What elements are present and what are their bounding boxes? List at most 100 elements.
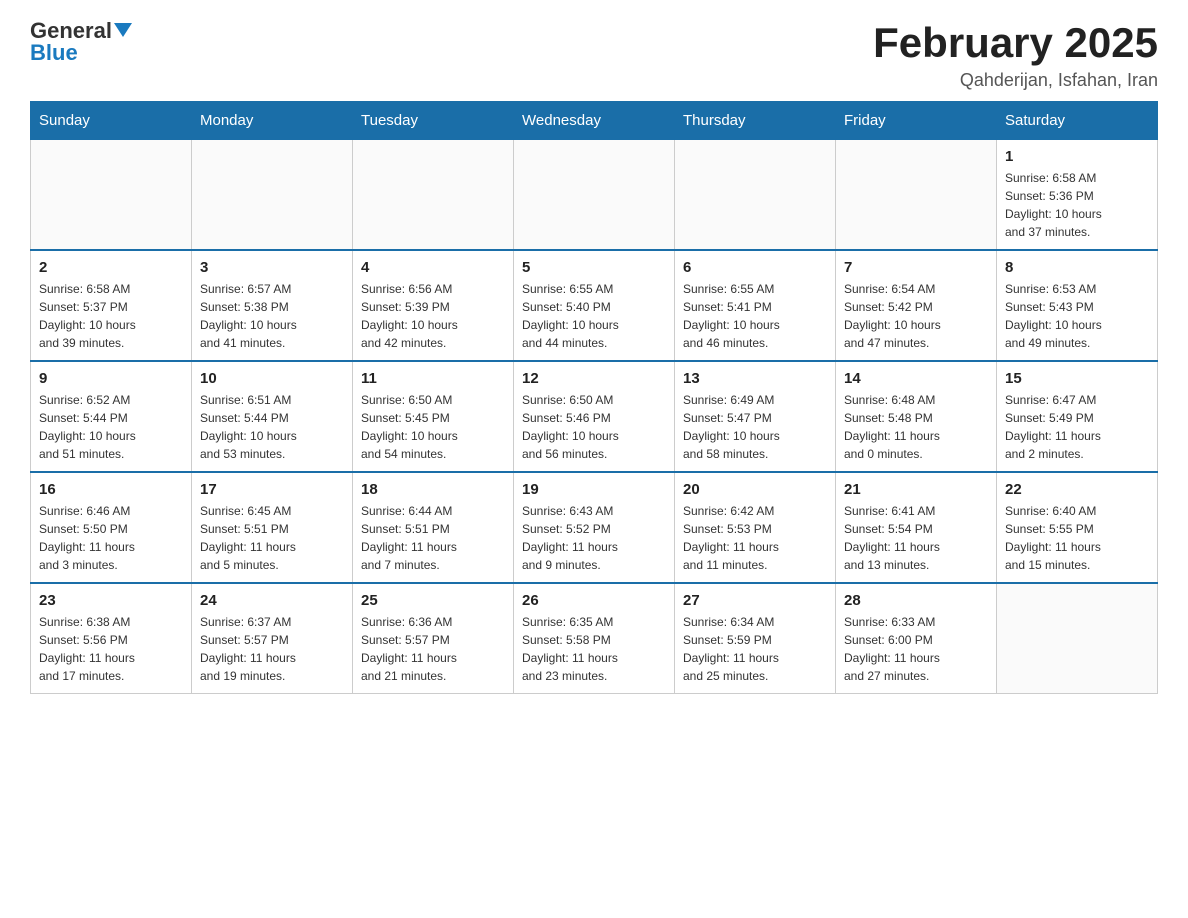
table-row	[675, 140, 836, 251]
day-info: Sunrise: 6:43 AMSunset: 5:52 PMDaylight:…	[522, 502, 666, 574]
day-number: 2	[39, 259, 183, 276]
col-thursday: Thursday	[675, 102, 836, 140]
logo-general: General	[30, 20, 112, 42]
day-info: Sunrise: 6:37 AMSunset: 5:57 PMDaylight:…	[200, 613, 344, 685]
col-sunday: Sunday	[31, 102, 192, 140]
location-subtitle: Qahderijan, Isfahan, Iran	[873, 70, 1158, 91]
day-info: Sunrise: 6:44 AMSunset: 5:51 PMDaylight:…	[361, 502, 505, 574]
table-row	[353, 140, 514, 251]
logo: General Blue	[30, 20, 132, 64]
table-row	[514, 140, 675, 251]
logo-blue: Blue	[30, 42, 78, 64]
day-number: 14	[844, 370, 988, 387]
day-info: Sunrise: 6:52 AMSunset: 5:44 PMDaylight:…	[39, 391, 183, 463]
table-row: 25Sunrise: 6:36 AMSunset: 5:57 PMDayligh…	[353, 583, 514, 694]
table-row: 22Sunrise: 6:40 AMSunset: 5:55 PMDayligh…	[997, 472, 1158, 583]
table-row	[997, 583, 1158, 694]
table-row	[192, 140, 353, 251]
day-number: 3	[200, 259, 344, 276]
day-info: Sunrise: 6:50 AMSunset: 5:46 PMDaylight:…	[522, 391, 666, 463]
page-header: General Blue February 2025 Qahderijan, I…	[30, 20, 1158, 91]
day-info: Sunrise: 6:56 AMSunset: 5:39 PMDaylight:…	[361, 280, 505, 352]
day-info: Sunrise: 6:51 AMSunset: 5:44 PMDaylight:…	[200, 391, 344, 463]
day-number: 1	[1005, 148, 1149, 165]
col-saturday: Saturday	[997, 102, 1158, 140]
table-row: 11 Sunrise: 6:50 AMSunset: 5:45 PMDayligh…	[353, 361, 514, 472]
day-number: 13	[683, 370, 827, 387]
table-row: 16Sunrise: 6:46 AMSunset: 5:50 PMDayligh…	[31, 472, 192, 583]
day-number: 7	[844, 259, 988, 276]
table-row: 19 Sunrise: 6:43 AMSunset: 5:52 PMDayligh…	[514, 472, 675, 583]
table-row	[836, 140, 997, 251]
table-row: 8Sunrise: 6:53 AMSunset: 5:43 PMDaylight…	[997, 250, 1158, 361]
col-monday: Monday	[192, 102, 353, 140]
day-info: Sunrise: 6:58 AMSunset: 5:36 PMDaylight:…	[1005, 169, 1149, 241]
day-info: Sunrise: 6:38 AMSunset: 5:56 PMDaylight:…	[39, 613, 183, 685]
day-number: 5	[522, 259, 666, 276]
day-number: 23	[39, 592, 183, 609]
day-number: 17	[200, 481, 344, 498]
day-number: 15	[1005, 370, 1149, 387]
day-info: Sunrise: 6:55 AMSunset: 5:41 PMDaylight:…	[683, 280, 827, 352]
table-row	[31, 140, 192, 251]
table-row: 7 Sunrise: 6:54 AMSunset: 5:42 PMDaylight…	[836, 250, 997, 361]
table-row: 10 Sunrise: 6:51 AMSunset: 5:44 PMDayligh…	[192, 361, 353, 472]
day-info: Sunrise: 6:50 AMSunset: 5:45 PMDaylight:…	[361, 391, 505, 463]
day-info: Sunrise: 6:47 AMSunset: 5:49 PMDaylight:…	[1005, 391, 1149, 463]
table-row: 28 Sunrise: 6:33 AMSunset: 6:00 PMDayligh…	[836, 583, 997, 694]
day-number: 9	[39, 370, 183, 387]
table-row: 17 Sunrise: 6:45 AMSunset: 5:51 PMDayligh…	[192, 472, 353, 583]
calendar-header-row: Sunday Monday Tuesday Wednesday Thursday…	[31, 102, 1158, 140]
title-block: February 2025 Qahderijan, Isfahan, Iran	[873, 20, 1158, 91]
logo-arrow-icon	[114, 23, 132, 37]
day-number: 10	[200, 370, 344, 387]
day-info: Sunrise: 6:34 AMSunset: 5:59 PMDaylight:…	[683, 613, 827, 685]
calendar-week-row: 16Sunrise: 6:46 AMSunset: 5:50 PMDayligh…	[31, 472, 1158, 583]
day-number: 16	[39, 481, 183, 498]
table-row: 2 Sunrise: 6:58 AMSunset: 5:37 PMDaylight…	[31, 250, 192, 361]
table-row: 4 Sunrise: 6:56 AMSunset: 5:39 PMDaylight…	[353, 250, 514, 361]
table-row: 18 Sunrise: 6:44 AMSunset: 5:51 PMDayligh…	[353, 472, 514, 583]
day-info: Sunrise: 6:41 AMSunset: 5:54 PMDaylight:…	[844, 502, 988, 574]
day-number: 6	[683, 259, 827, 276]
col-wednesday: Wednesday	[514, 102, 675, 140]
day-number: 28	[844, 592, 988, 609]
day-number: 27	[683, 592, 827, 609]
day-info: Sunrise: 6:48 AMSunset: 5:48 PMDaylight:…	[844, 391, 988, 463]
day-info: Sunrise: 6:54 AMSunset: 5:42 PMDaylight:…	[844, 280, 988, 352]
day-info: Sunrise: 6:33 AMSunset: 6:00 PMDaylight:…	[844, 613, 988, 685]
day-number: 19	[522, 481, 666, 498]
day-info: Sunrise: 6:57 AMSunset: 5:38 PMDaylight:…	[200, 280, 344, 352]
day-number: 8	[1005, 259, 1149, 276]
table-row: 5 Sunrise: 6:55 AMSunset: 5:40 PMDaylight…	[514, 250, 675, 361]
day-number: 12	[522, 370, 666, 387]
day-number: 4	[361, 259, 505, 276]
calendar-week-row: 1 Sunrise: 6:58 AMSunset: 5:36 PMDaylight…	[31, 140, 1158, 251]
calendar-week-row: 9 Sunrise: 6:52 AMSunset: 5:44 PMDaylight…	[31, 361, 1158, 472]
day-info: Sunrise: 6:40 AMSunset: 5:55 PMDaylight:…	[1005, 502, 1149, 574]
day-number: 24	[200, 592, 344, 609]
calendar-week-row: 23 Sunrise: 6:38 AMSunset: 5:56 PMDayligh…	[31, 583, 1158, 694]
table-row: 26 Sunrise: 6:35 AMSunset: 5:58 PMDayligh…	[514, 583, 675, 694]
day-number: 11	[361, 370, 505, 387]
day-info: Sunrise: 6:35 AMSunset: 5:58 PMDaylight:…	[522, 613, 666, 685]
table-row: 6 Sunrise: 6:55 AMSunset: 5:41 PMDaylight…	[675, 250, 836, 361]
table-row: 20Sunrise: 6:42 AMSunset: 5:53 PMDayligh…	[675, 472, 836, 583]
calendar-week-row: 2 Sunrise: 6:58 AMSunset: 5:37 PMDaylight…	[31, 250, 1158, 361]
day-info: Sunrise: 6:45 AMSunset: 5:51 PMDaylight:…	[200, 502, 344, 574]
day-number: 20	[683, 481, 827, 498]
day-info: Sunrise: 6:55 AMSunset: 5:40 PMDaylight:…	[522, 280, 666, 352]
table-row: 23 Sunrise: 6:38 AMSunset: 5:56 PMDayligh…	[31, 583, 192, 694]
calendar-table: Sunday Monday Tuesday Wednesday Thursday…	[30, 101, 1158, 694]
table-row: 27 Sunrise: 6:34 AMSunset: 5:59 PMDayligh…	[675, 583, 836, 694]
col-tuesday: Tuesday	[353, 102, 514, 140]
table-row: 21 Sunrise: 6:41 AMSunset: 5:54 PMDayligh…	[836, 472, 997, 583]
table-row: 12 Sunrise: 6:50 AMSunset: 5:46 PMDayligh…	[514, 361, 675, 472]
day-info: Sunrise: 6:36 AMSunset: 5:57 PMDaylight:…	[361, 613, 505, 685]
day-info: Sunrise: 6:58 AMSunset: 5:37 PMDaylight:…	[39, 280, 183, 352]
day-info: Sunrise: 6:49 AMSunset: 5:47 PMDaylight:…	[683, 391, 827, 463]
day-number: 26	[522, 592, 666, 609]
day-number: 21	[844, 481, 988, 498]
day-number: 18	[361, 481, 505, 498]
col-friday: Friday	[836, 102, 997, 140]
